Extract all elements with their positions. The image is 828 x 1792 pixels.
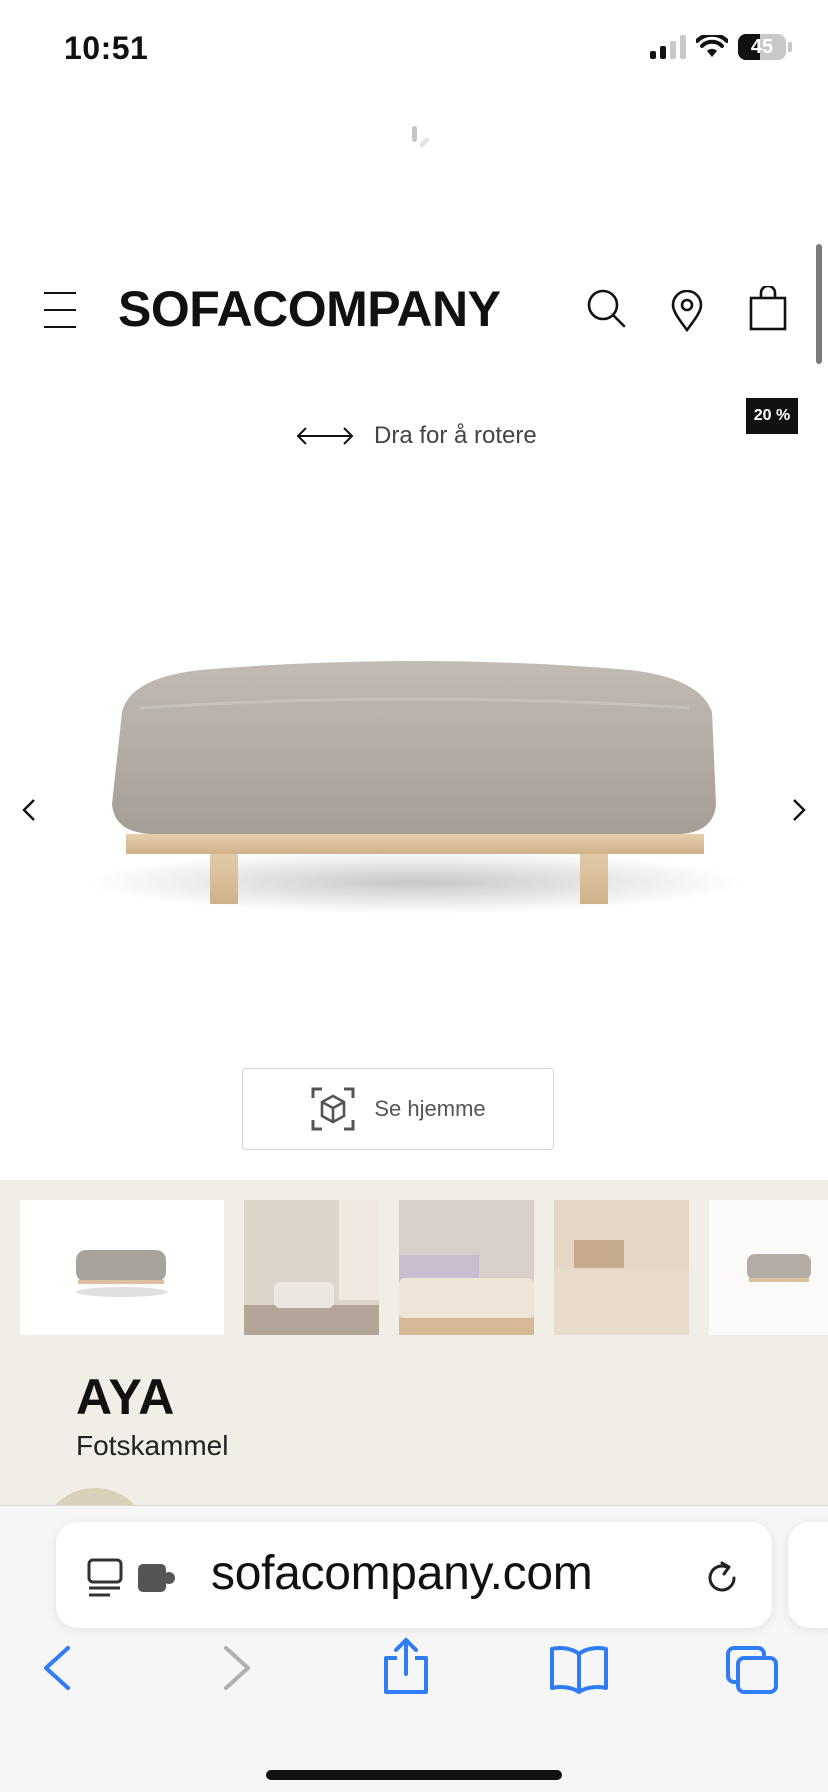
battery-icon: 45 [738, 34, 786, 60]
extension-icon[interactable] [136, 1560, 178, 1594]
reader-mode-icon[interactable] [86, 1558, 126, 1598]
back-icon[interactable] [40, 1644, 74, 1692]
status-time: 10:51 [64, 30, 149, 66]
cellular-signal-icon [650, 35, 686, 59]
reload-icon[interactable] [702, 1558, 742, 1598]
forward-icon[interactable] [220, 1644, 254, 1692]
tabs-icon[interactable] [724, 1644, 780, 1696]
thumbnail-1[interactable] [20, 1200, 224, 1335]
rotate-hint-text: Dra for å rotere [374, 422, 537, 449]
discount-badge: 20 % [746, 398, 798, 434]
browser-toolbar: sofacompany.com [0, 1505, 828, 1792]
thumbnail-strip [20, 1200, 828, 1335]
rotate-hint: Dra for å rotere [296, 422, 537, 450]
thumbnail-5[interactable] [709, 1200, 828, 1335]
menu-icon[interactable] [44, 292, 76, 328]
page-scrollbar[interactable] [816, 244, 822, 364]
product-category: Fotskammel [76, 1430, 229, 1461]
battery-tip [788, 42, 792, 52]
brand-logo[interactable]: SOFACOMPANY [118, 280, 501, 338]
previous-image-arrow-icon[interactable] [14, 795, 44, 825]
site-header: SOFACOMPANY [0, 270, 828, 350]
status-indicators: 45 [650, 34, 792, 60]
view-in-home-label: Se hjemme [374, 1096, 486, 1121]
share-icon[interactable] [380, 1636, 432, 1696]
search-icon[interactable] [586, 288, 628, 330]
loading-spinner-icon [412, 126, 430, 148]
next-image-arrow-icon[interactable] [784, 795, 814, 825]
product-name: AYA [76, 1369, 176, 1425]
thumbnail-3[interactable] [399, 1200, 534, 1335]
thumbnail-2[interactable] [244, 1200, 379, 1335]
url-text[interactable]: sofacompany.com [211, 1546, 593, 1601]
product-info-section: AYA Fotskammel [0, 1180, 828, 1598]
status-bar: 10:51 45 [0, 0, 828, 100]
next-tab-peek[interactable] [788, 1522, 828, 1628]
address-bar[interactable]: sofacompany.com [56, 1522, 772, 1628]
shopping-bag-icon[interactable] [748, 286, 788, 332]
wifi-icon [696, 35, 728, 57]
battery-percentage: 45 [750, 36, 774, 58]
view-in-home-button[interactable]: Se hjemme [242, 1068, 554, 1150]
thumbnail-4[interactable] [554, 1200, 689, 1335]
home-indicator [266, 1770, 562, 1780]
location-pin-icon[interactable] [670, 290, 704, 332]
ar-cube-icon [311, 1087, 355, 1131]
product-3d-view[interactable] [50, 620, 780, 920]
bookmarks-icon[interactable] [548, 1644, 610, 1694]
double-arrow-icon [296, 427, 354, 445]
